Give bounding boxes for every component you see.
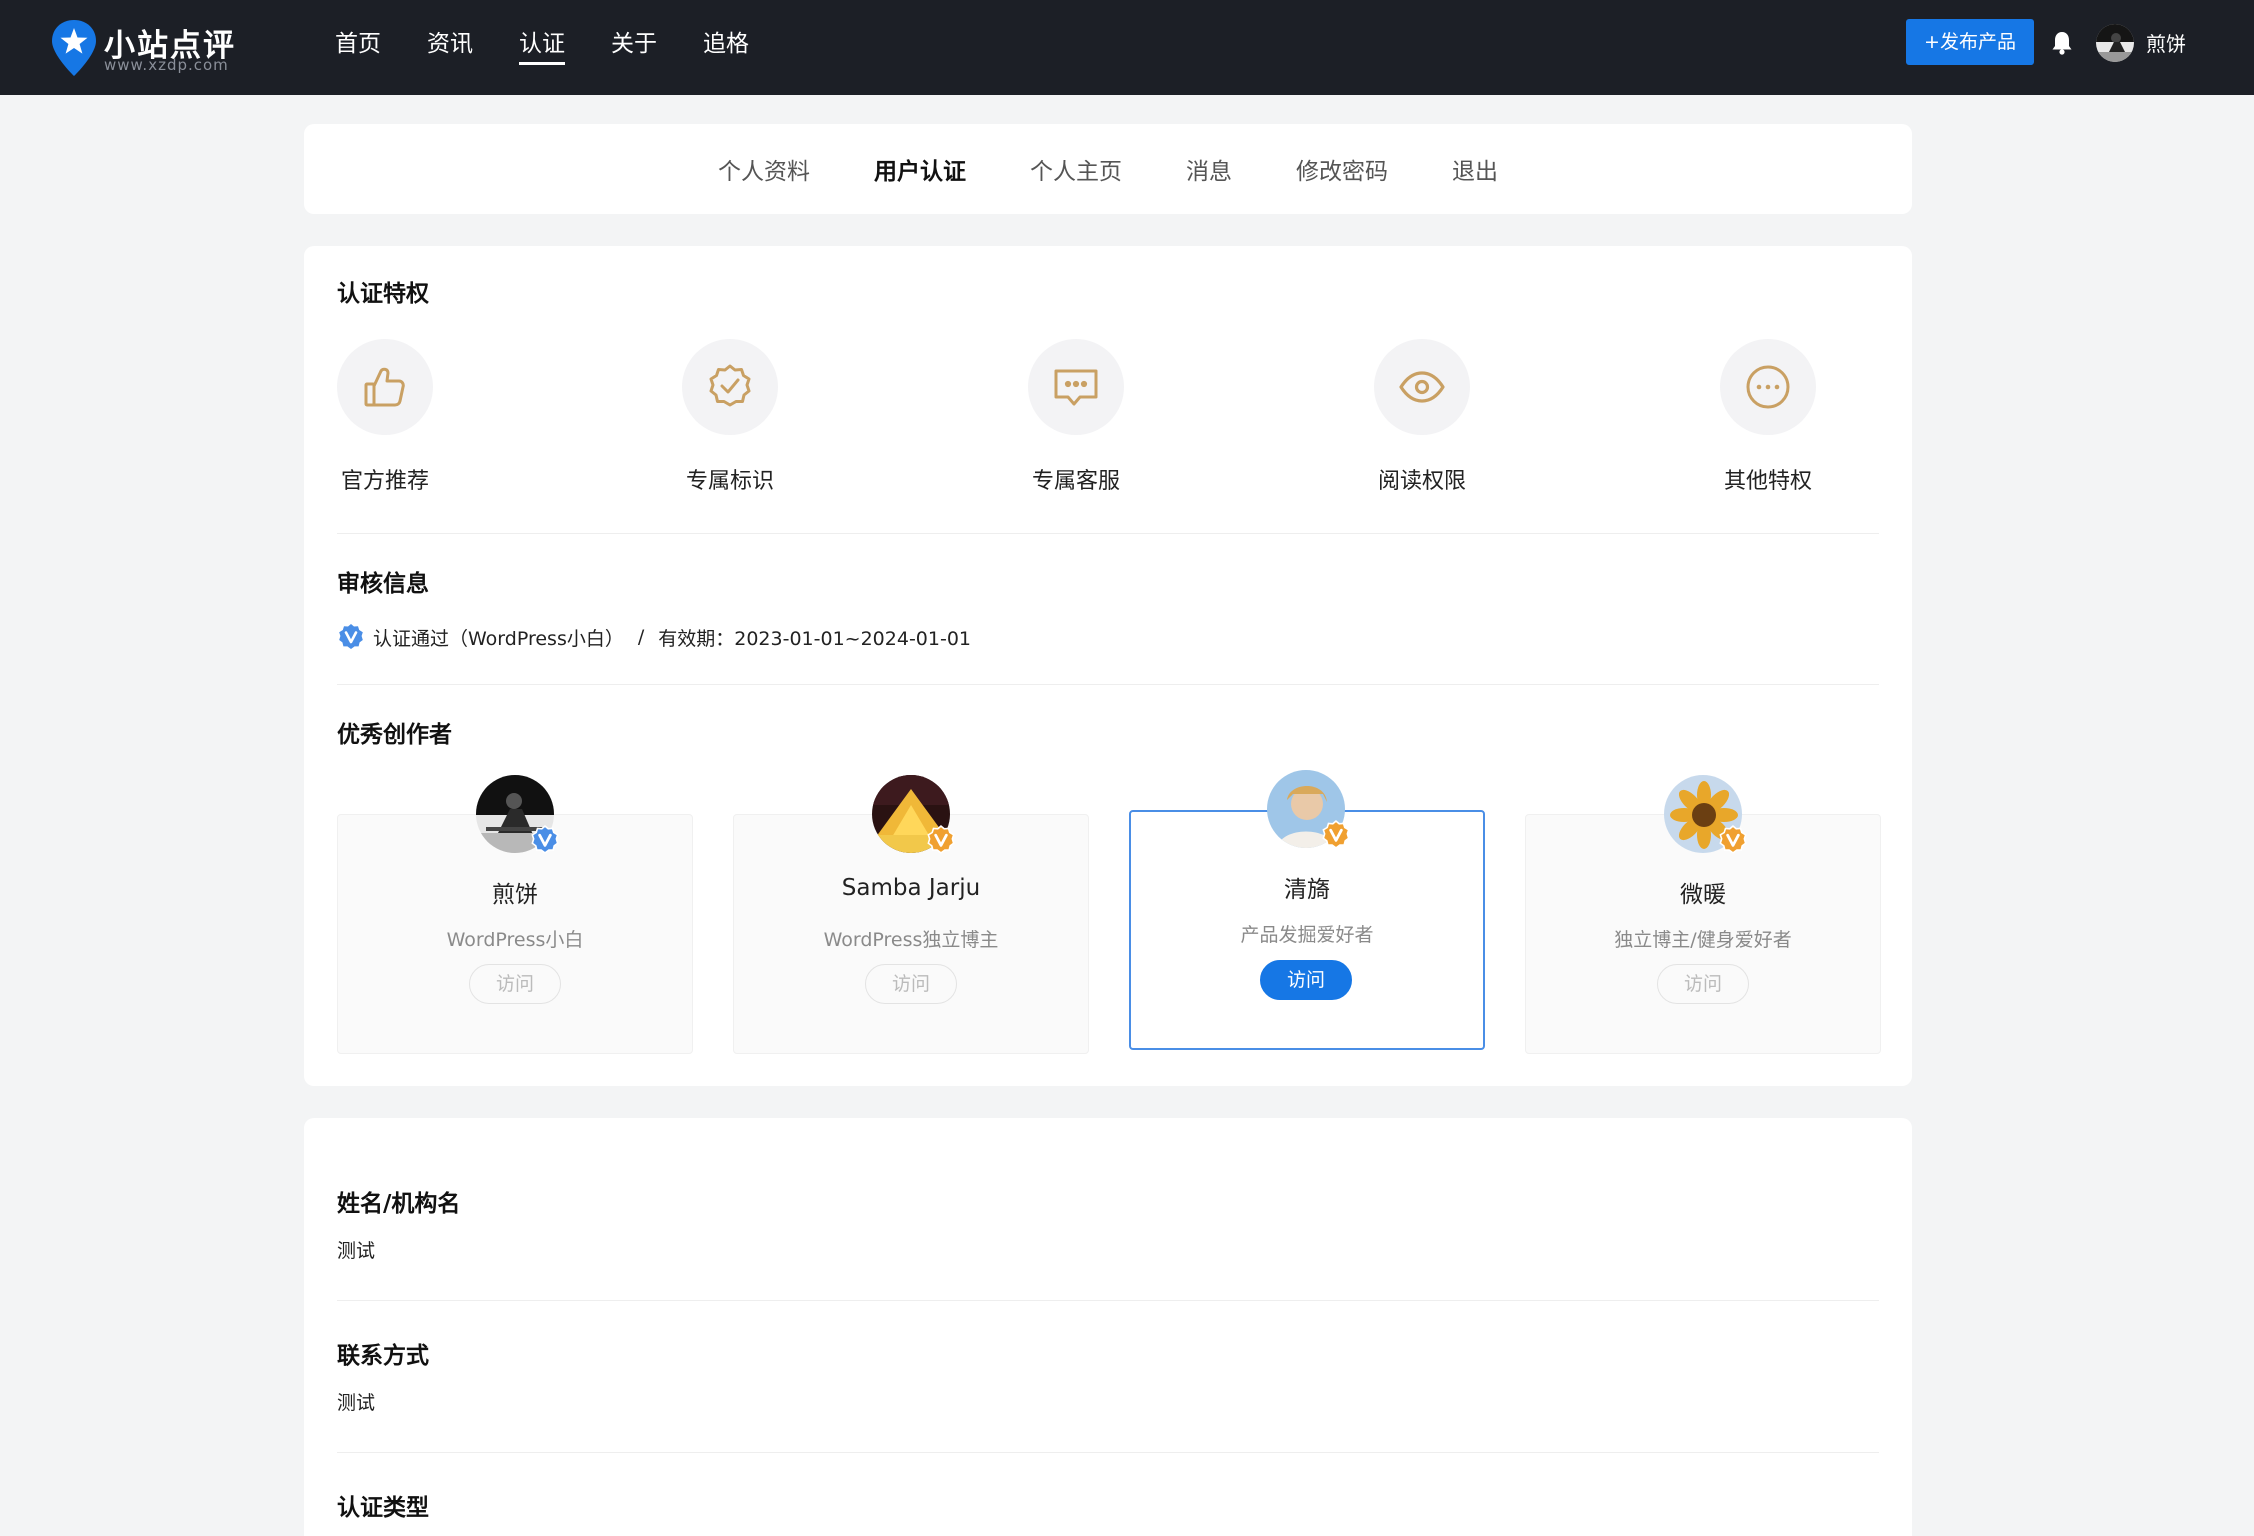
nav-item-news[interactable]: 资讯 [427,0,473,95]
visit-button[interactable]: 访问 [1657,964,1749,1004]
privilege-label: 专属客服 [1031,469,1120,494]
creator-role: WordPress独立博主 [823,929,999,951]
nav-item-certification[interactable]: 认证 [519,0,565,95]
privilege-label: 官方推荐 [340,469,429,494]
field-label-cert-type: 认证类型 [337,1495,429,1521]
user-name[interactable]: 煎饼 [2146,28,2186,57]
audit-status: 认证通过（WordPress小白） [373,627,624,650]
certification-card: 认证特权 官方推荐 专属标识 专属客服 阅读权限 其他特权 审核信息 认证通过（… [304,246,1912,1086]
more-dots-icon [1746,365,1790,409]
creator-card: 微暖 独立博主/健身爱好者 访问 [1525,775,1881,1054]
site-logo[interactable]: 小站点评 www.xzdp.com [50,18,250,80]
verified-v-badge-icon [1719,825,1747,854]
chat-bubble-icon [1054,369,1098,406]
divider [337,533,1879,534]
privilege-exclusive-badge: 专属标识 [649,339,809,509]
privilege-read-permission: 阅读权限 [1341,339,1501,509]
nav-item-about[interactable]: 关于 [611,0,657,95]
bell-icon[interactable] [2051,30,2073,56]
logo-star-pin-icon [52,20,96,76]
divider [337,1300,1879,1301]
privilege-exclusive-service: 专属客服 [995,339,1155,509]
creator-name: Samba Jarju [841,875,981,901]
audit-separator: / [637,626,645,648]
field-label-contact: 联系方式 [337,1343,429,1369]
privileges-title: 认证特权 [337,281,429,307]
account-tabs-card: 个人资料 用户认证 个人主页 消息 修改密码 退出 [304,124,1912,214]
verified-badge-icon [709,364,751,407]
field-value-name: 测试 [337,1240,376,1262]
thumbs-up-icon [364,367,405,407]
divider [337,1452,1879,1453]
privilege-label: 阅读权限 [1377,469,1466,494]
account-tabs: 个人资料 用户认证 个人主页 消息 修改密码 退出 [304,124,1912,214]
visit-button[interactable]: 访问 [1260,960,1352,1000]
creator-name: 清旖 [1284,877,1330,903]
creator-name: 微暖 [1680,882,1726,908]
creator-name: 煎饼 [492,882,538,908]
audit-status-row: 认证通过（WordPress小白） / 有效期：2023-01-01~2024-… [337,622,971,652]
visit-button[interactable]: 访问 [469,964,561,1004]
creator-role: 产品发掘爱好者 [1240,924,1374,946]
verified-v-badge-icon [531,825,559,854]
user-avatar[interactable] [2096,24,2134,62]
audit-validity: 有效期：2023-01-01~2024-01-01 [658,627,972,650]
visit-button[interactable]: 访问 [865,964,957,1004]
creator-card: 煎饼 WordPress小白 访问 [337,775,693,1054]
nav-item-home[interactable]: 首页 [335,0,381,95]
nav-item-zhuige[interactable]: 追格 [703,0,749,95]
tab-profile[interactable]: 个人资料 [718,152,810,186]
privilege-label: 其他特权 [1723,469,1812,494]
tab-user-certification[interactable]: 用户认证 [874,152,966,186]
audit-title: 审核信息 [337,571,429,597]
creator-role: WordPress小白 [446,929,584,951]
privilege-other: 其他特权 [1687,339,1847,509]
creators-title: 优秀创作者 [337,722,452,748]
tab-messages[interactable]: 消息 [1186,152,1232,186]
eye-icon [1399,371,1445,403]
privilege-label: 专属标识 [685,469,774,494]
tab-logout[interactable]: 退出 [1452,152,1498,186]
logo-subtitle: www.xzdp.com [104,56,229,74]
verified-v-badge-icon [1322,820,1350,849]
field-label-name: 姓名/机构名 [337,1191,461,1217]
creator-card: Samba Jarju WordPress独立博主 访问 [733,775,1089,1054]
tab-homepage[interactable]: 个人主页 [1030,152,1122,186]
field-value-contact: 测试 [337,1392,376,1414]
privilege-official-recommend: 官方推荐 [304,339,464,509]
creator-card: 清旖 产品发掘爱好者 访问 [1129,770,1485,1050]
verified-v-badge-icon [339,624,363,649]
creator-role: 独立博主/健身爱好者 [1614,929,1792,951]
divider [337,684,1879,685]
main-nav: 首页 资讯 认证 关于 追格 [335,0,795,95]
certification-info-card: 姓名/机构名 测试 联系方式 测试 认证类型 [304,1118,1912,1536]
publish-product-button[interactable]: +发布产品 [1906,19,2034,65]
top-navbar: 小站点评 www.xzdp.com 首页 资讯 认证 关于 追格 +发布产品 煎… [0,0,2254,95]
tab-change-password[interactable]: 修改密码 [1296,152,1388,186]
verified-v-badge-icon [927,825,955,854]
